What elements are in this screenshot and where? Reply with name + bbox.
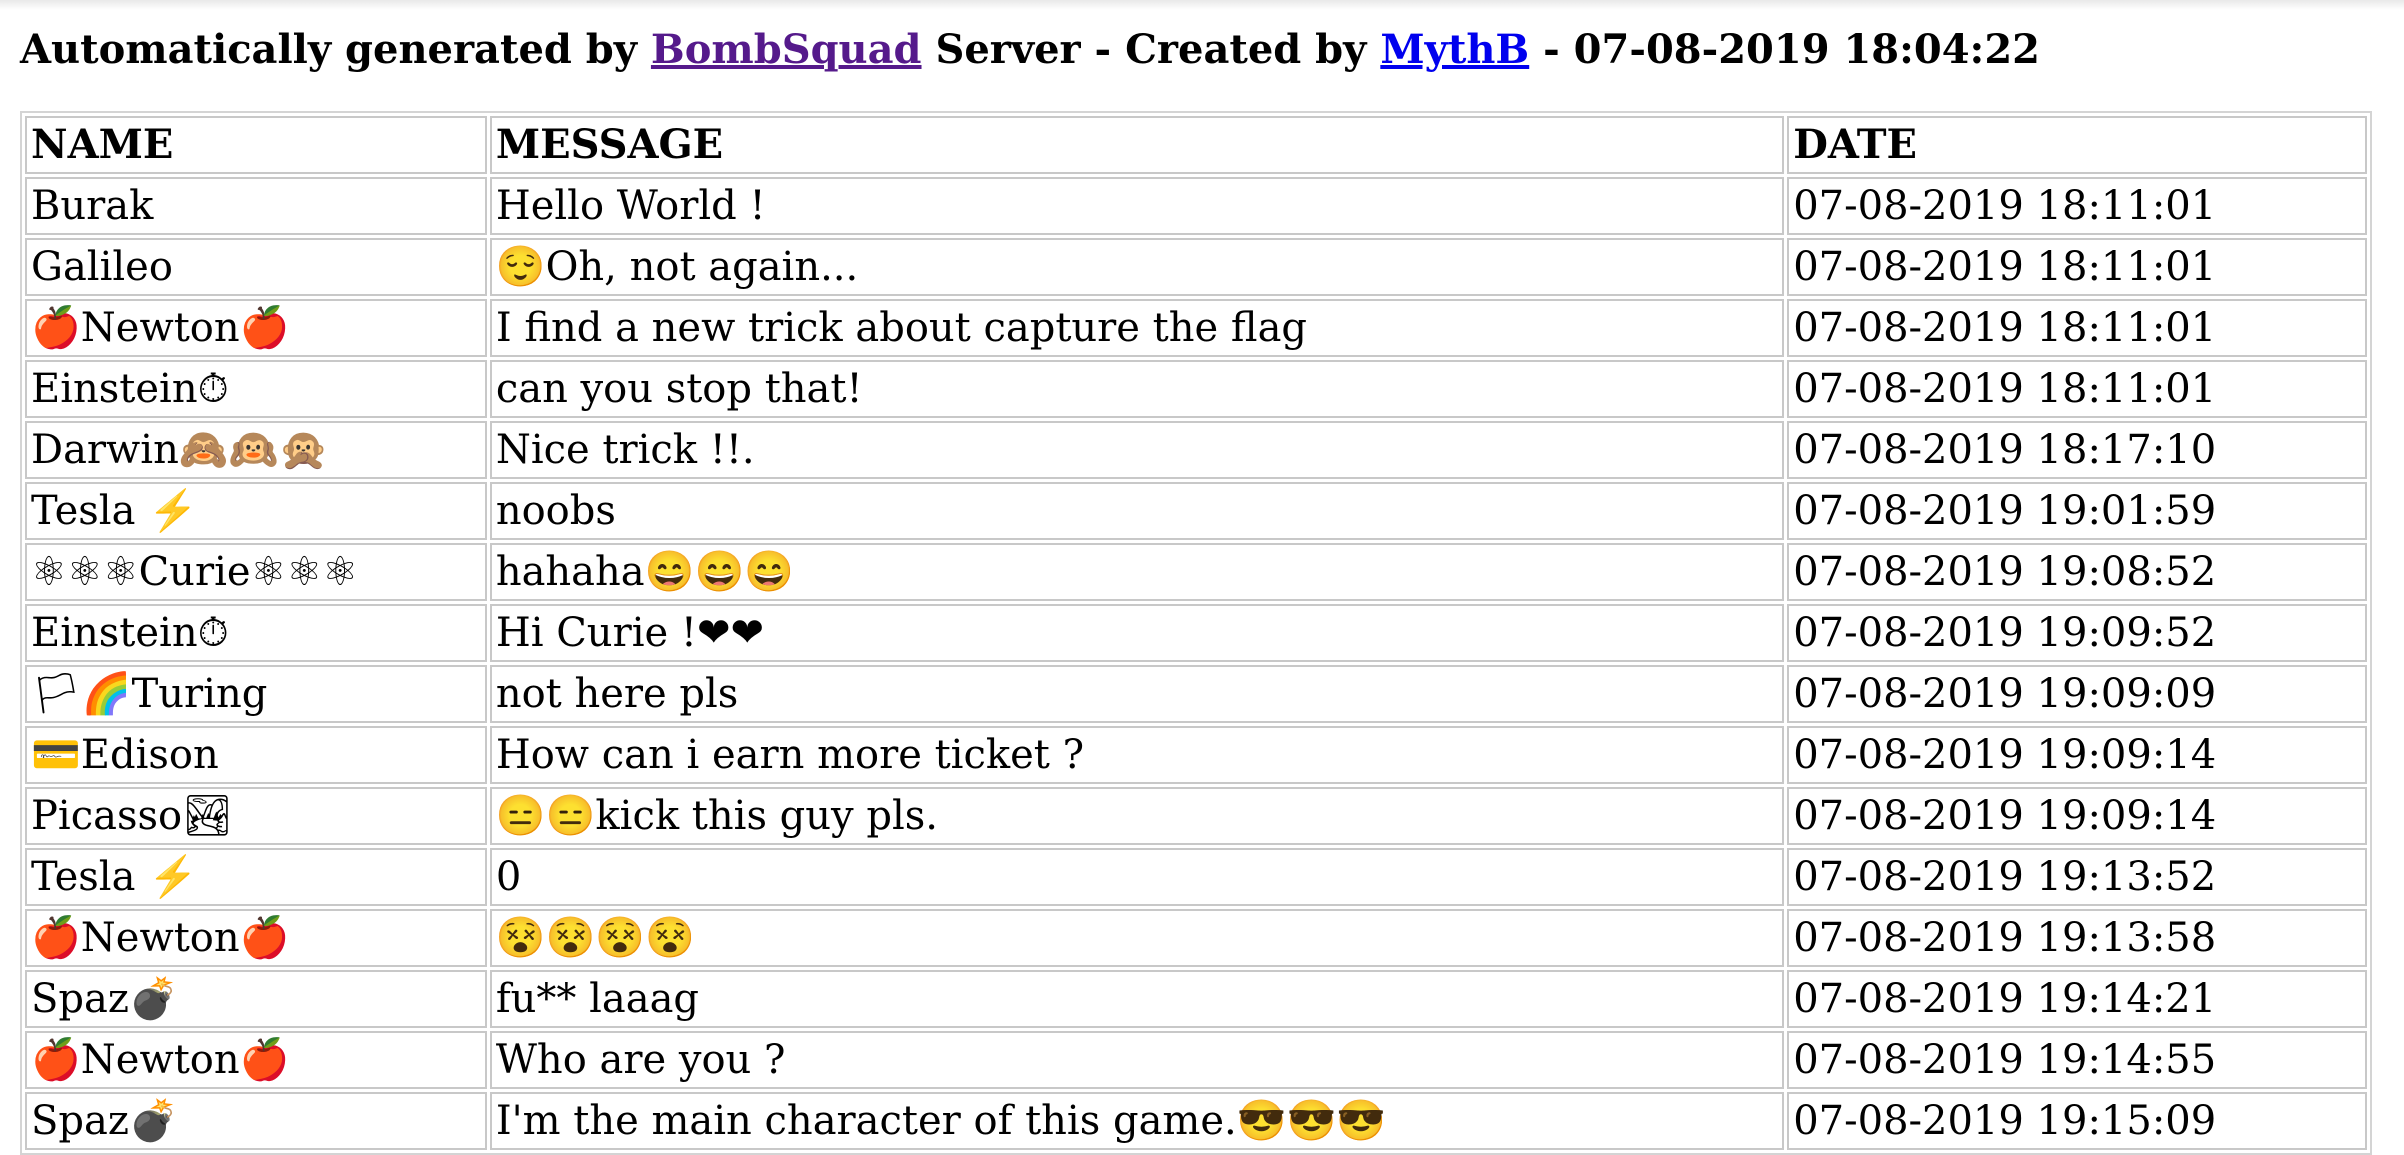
chat-message: Hi Curie !❤❤ [489, 604, 1785, 662]
chat-message: 😑😑kick this guy pls. [489, 787, 1785, 845]
table-row: Tesla ⚡ noobs 07-08-2019 19:01:59 [25, 482, 2367, 540]
chat-message: can you stop that! [489, 360, 1785, 418]
message-date: 07-08-2019 18:17:10 [1787, 421, 2367, 479]
table-row: 🍎Newton🍎 I find a new trick about captur… [25, 299, 2367, 357]
player-name: Spaz💣 [25, 1092, 487, 1150]
table-row: 💳Edison How can i earn more ticket ? 07-… [25, 726, 2367, 784]
player-name: Tesla ⚡ [25, 848, 487, 906]
chat-message: I'm the main character of this game.😎😎😎 [489, 1092, 1785, 1150]
player-name: Einstein⏱ [25, 360, 487, 418]
chat-message: Who are you ? [489, 1031, 1785, 1089]
player-name: 💳Edison [25, 726, 487, 784]
browser-top-shade [0, 0, 2404, 10]
column-header-message: MESSAGE [489, 116, 1785, 174]
chat-message: How can i earn more ticket ? [489, 726, 1785, 784]
player-name: Spaz💣 [25, 970, 487, 1028]
column-header-date: DATE [1787, 116, 2367, 174]
message-date: 07-08-2019 19:14:21 [1787, 970, 2367, 1028]
player-name: 🏳🌈Turing [25, 665, 487, 723]
chat-log-table: NAME MESSAGE DATE Burak Hello World ! 07… [20, 111, 2372, 1155]
table-row: Spaz💣 fu** laaag 07-08-2019 19:14:21 [25, 970, 2367, 1028]
page-header: Automatically generated by BombSquad Ser… [20, 22, 2040, 78]
message-date: 07-08-2019 18:11:01 [1787, 299, 2367, 357]
chat-message: not here pls [489, 665, 1785, 723]
player-name: Galileo [25, 238, 487, 296]
player-name: 🍎Newton🍎 [25, 909, 487, 967]
table-header-row: NAME MESSAGE DATE [25, 116, 2367, 174]
header-middle: Server - Created by [921, 26, 1381, 73]
chat-message: fu** laaag [489, 970, 1785, 1028]
table-row: Einstein⏱ can you stop that! 07-08-2019 … [25, 360, 2367, 418]
bombsquad-link[interactable]: BombSquad [651, 26, 922, 73]
table-row: Picasso🏞 😑😑kick this guy pls. 07-08-2019… [25, 787, 2367, 845]
player-name: 🍎Newton🍎 [25, 1031, 487, 1089]
message-date: 07-08-2019 18:11:01 [1787, 177, 2367, 235]
table-row: ⚛⚛⚛Curie⚛⚛⚛ hahaha😄😄😄 07-08-2019 19:08:5… [25, 543, 2367, 601]
message-date: 07-08-2019 18:11:01 [1787, 238, 2367, 296]
message-date: 07-08-2019 19:15:09 [1787, 1092, 2367, 1150]
message-date: 07-08-2019 19:13:52 [1787, 848, 2367, 906]
player-name: Darwin🙈🙉🙊 [25, 421, 487, 479]
player-name: Picasso🏞 [25, 787, 487, 845]
message-date: 07-08-2019 19:09:14 [1787, 787, 2367, 845]
table-row: Burak Hello World ! 07-08-2019 18:11:01 [25, 177, 2367, 235]
table-row: 🏳🌈Turing not here pls 07-08-2019 19:09:0… [25, 665, 2367, 723]
player-name: 🍎Newton🍎 [25, 299, 487, 357]
column-header-name: NAME [25, 116, 487, 174]
player-name: Burak [25, 177, 487, 235]
chat-message: 😵😵😵😵 [489, 909, 1785, 967]
table-row: 🍎Newton🍎 😵😵😵😵 07-08-2019 19:13:58 [25, 909, 2367, 967]
header-timestamp: - 07-08-2019 18:04:22 [1529, 26, 2040, 73]
message-date: 07-08-2019 19:14:55 [1787, 1031, 2367, 1089]
player-name: Einstein⏱ [25, 604, 487, 662]
table-row: Tesla ⚡ 0 07-08-2019 19:13:52 [25, 848, 2367, 906]
player-name: Tesla ⚡ [25, 482, 487, 540]
chat-message: Nice trick !!. [489, 421, 1785, 479]
header-prefix: Automatically generated by [20, 26, 651, 73]
message-date: 07-08-2019 19:09:14 [1787, 726, 2367, 784]
table-row: Galileo 😌Oh, not again... 07-08-2019 18:… [25, 238, 2367, 296]
player-name: ⚛⚛⚛Curie⚛⚛⚛ [25, 543, 487, 601]
chat-message: Hello World ! [489, 177, 1785, 235]
table-row: Spaz💣 I'm the main character of this gam… [25, 1092, 2367, 1150]
message-date: 07-08-2019 18:11:01 [1787, 360, 2367, 418]
message-date: 07-08-2019 19:01:59 [1787, 482, 2367, 540]
message-date: 07-08-2019 19:13:58 [1787, 909, 2367, 967]
table-row: Darwin🙈🙉🙊 Nice trick !!. 07-08-2019 18:1… [25, 421, 2367, 479]
chat-message: 😌Oh, not again... [489, 238, 1785, 296]
table-row: Einstein⏱ Hi Curie !❤❤ 07-08-2019 19:09:… [25, 604, 2367, 662]
chat-message: noobs [489, 482, 1785, 540]
message-date: 07-08-2019 19:09:52 [1787, 604, 2367, 662]
mythb-link[interactable]: MythB [1380, 26, 1529, 73]
chat-message: 0 [489, 848, 1785, 906]
message-date: 07-08-2019 19:09:09 [1787, 665, 2367, 723]
table-row: 🍎Newton🍎 Who are you ? 07-08-2019 19:14:… [25, 1031, 2367, 1089]
chat-message: I find a new trick about capture the fla… [489, 299, 1785, 357]
chat-message: hahaha😄😄😄 [489, 543, 1785, 601]
message-date: 07-08-2019 19:08:52 [1787, 543, 2367, 601]
